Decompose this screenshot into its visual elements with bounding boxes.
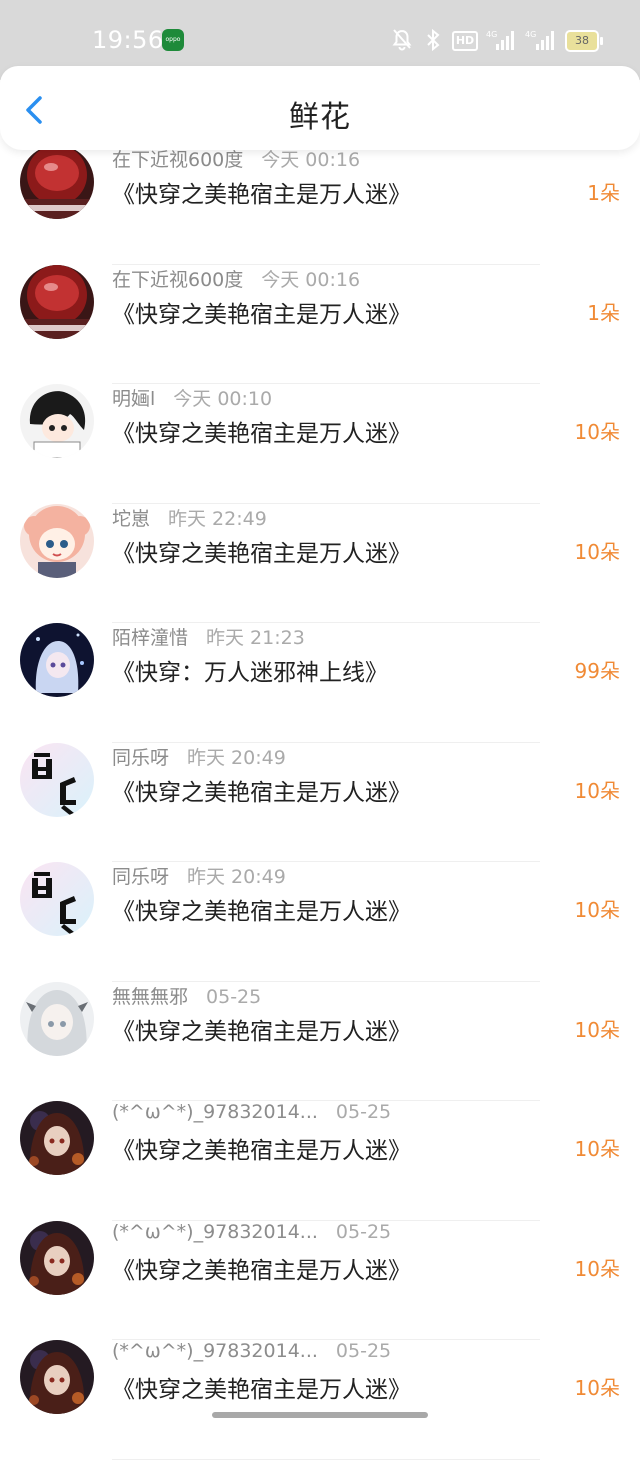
- svg-text:4G: 4G: [525, 30, 536, 39]
- book-title[interactable]: 《快穿之美艳宿主是万人迷》: [112, 295, 411, 329]
- timestamp: 05-25: [335, 1101, 392, 1123]
- username[interactable]: 坨崽: [112, 508, 150, 530]
- user-avatar[interactable]: [20, 503, 94, 578]
- book-title[interactable]: 《快穿之美艳宿主是万人迷》: [112, 534, 411, 568]
- row-meta: 在下近视600度 今天 00:16: [112, 265, 360, 292]
- book-title[interactable]: 《快穿之美艳宿主是万人迷》: [112, 1012, 411, 1046]
- row-meta: 無無無邪 05-25: [112, 982, 261, 1009]
- flower-row[interactable]: (*^ω^*)_97832014... 05-25 《快穿之美艳宿主是万人迷》 10朵: [0, 1220, 640, 1340]
- book-title[interactable]: 《快穿：万人迷邪神上线》: [112, 653, 388, 687]
- signal-4g-icon: 4G: [486, 30, 514, 50]
- flower-row[interactable]: 陌梓潼惜 昨天 21:23 《快穿：万人迷邪神上线》 99朵: [0, 623, 640, 743]
- divider: [112, 1458, 540, 1460]
- book-title[interactable]: 《快穿之美艳宿主是万人迷》: [112, 175, 411, 209]
- row-meta: 陌梓潼惜 昨天 21:23: [112, 623, 305, 650]
- username[interactable]: 無無無邪: [112, 986, 188, 1008]
- flower-count: 10朵: [574, 778, 620, 803]
- timestamp: 今天 00:16: [261, 268, 361, 291]
- flower-row[interactable]: (*^ω^*)_97832014... 05-25 《快穿之美艳宿主是万人迷》 10朵: [0, 1101, 640, 1221]
- row-meta: 同乐呀 昨天 20:49: [112, 862, 286, 889]
- user-avatar[interactable]: [20, 623, 94, 697]
- signal-4g-icon-2: 4G: [525, 30, 554, 50]
- flower-count: 1朵: [587, 181, 620, 205]
- book-title[interactable]: 《快穿之美艳宿主是万人迷》: [112, 414, 411, 448]
- flower-row[interactable]: (*^ω^*)_97832014... 05-25 《快穿之美艳宿主是万人迷》 10朵: [0, 1340, 640, 1460]
- username[interactable]: 同乐呀: [112, 866, 169, 888]
- row-meta: (*^ω^*)_97832014... 05-25: [112, 1221, 391, 1243]
- book-title[interactable]: 《快穿之美艳宿主是万人迷》: [112, 1370, 411, 1404]
- user-avatar[interactable]: [20, 145, 94, 219]
- user-avatar[interactable]: [20, 1340, 94, 1414]
- flower-count: 99朵: [574, 659, 620, 683]
- user-avatar[interactable]: [20, 264, 94, 339]
- timestamp: 昨天 21:23: [206, 627, 305, 649]
- row-meta: 坨崽 昨天 22:49: [112, 504, 267, 531]
- book-title[interactable]: 《快穿之美艳宿主是万人迷》: [112, 1251, 411, 1285]
- user-avatar[interactable]: [20, 1220, 94, 1295]
- book-title[interactable]: 《快穿之美艳宿主是万人迷》: [112, 773, 411, 807]
- row-meta: 同乐呀 昨天 20:49: [112, 743, 286, 770]
- flower-count: 10朵: [574, 420, 620, 444]
- oppo-app-icon: oppo: [162, 29, 184, 51]
- timestamp: 今天 00:16: [261, 149, 361, 171]
- user-avatar[interactable]: [20, 981, 94, 1056]
- timestamp: 昨天 20:49: [187, 866, 286, 888]
- username[interactable]: (*^ω^*)_97832014...: [112, 1101, 318, 1123]
- flower-count: 1朵: [587, 300, 620, 325]
- nav-bar: 鲜花: [0, 66, 640, 150]
- username[interactable]: 在下近视600度: [112, 149, 243, 171]
- username[interactable]: (*^ω^*)_97832014...: [112, 1221, 318, 1243]
- flower-count: 10朵: [574, 539, 620, 564]
- mute-bell-icon: [392, 29, 412, 51]
- timestamp: 昨天 22:49: [168, 507, 267, 530]
- timestamp: 05-25: [335, 1340, 392, 1362]
- user-avatar[interactable]: [20, 1101, 94, 1175]
- username[interactable]: 明婳l: [112, 388, 155, 410]
- flower-count: 10朵: [574, 1137, 620, 1161]
- bluetooth-icon: [427, 28, 440, 52]
- username[interactable]: 在下近视600度: [112, 269, 243, 291]
- user-avatar[interactable]: [20, 384, 94, 458]
- flower-count: 10朵: [574, 1017, 620, 1042]
- timestamp: 昨天 20:49: [187, 746, 286, 769]
- flower-row[interactable]: 在下近视600度 今天 00:16 《快穿之美艳宿主是万人迷》 1朵: [0, 264, 640, 384]
- flower-count: 10朵: [574, 1376, 620, 1400]
- flower-row[interactable]: 同乐呀 昨天 20:49 《快穿之美艳宿主是万人迷》 10朵: [0, 862, 640, 982]
- svg-text:4G: 4G: [486, 30, 497, 39]
- flower-row[interactable]: 同乐呀 昨天 20:49 《快穿之美艳宿主是万人迷》 10朵: [0, 742, 640, 862]
- book-title[interactable]: 《快穿之美艳宿主是万人迷》: [112, 1131, 411, 1165]
- flower-row[interactable]: 明婳l 今天 00:10 《快穿之美艳宿主是万人迷》 10朵: [0, 384, 640, 504]
- flower-row[interactable]: 在下近视600度 今天 00:16 《快穿之美艳宿主是万人迷》 1朵: [0, 145, 640, 265]
- hd-voice-icon: HD: [452, 31, 478, 51]
- flower-count: 10朵: [574, 898, 620, 922]
- username[interactable]: 同乐呀: [112, 747, 169, 769]
- battery-icon: 38: [565, 30, 603, 52]
- timestamp: 05-25: [206, 985, 262, 1008]
- book-title[interactable]: 《快穿之美艳宿主是万人迷》: [112, 892, 411, 926]
- username[interactable]: (*^ω^*)_97832014...: [112, 1340, 318, 1362]
- username[interactable]: 陌梓潼惜: [112, 627, 188, 649]
- page-title: 鲜花: [289, 100, 351, 135]
- flower-count: 10朵: [574, 1256, 620, 1281]
- row-meta: (*^ω^*)_97832014... 05-25: [112, 1101, 391, 1123]
- timestamp: 今天 00:10: [173, 388, 273, 410]
- user-avatar[interactable]: [20, 742, 94, 817]
- row-meta: 明婳l 今天 00:10: [112, 384, 272, 411]
- user-avatar[interactable]: [20, 862, 94, 936]
- row-meta: (*^ω^*)_97832014... 05-25: [112, 1340, 391, 1362]
- home-indicator[interactable]: [212, 1412, 428, 1418]
- timestamp: 05-25: [335, 1220, 392, 1243]
- status-time: 19:56: [92, 26, 164, 54]
- flower-row[interactable]: 無無無邪 05-25 《快穿之美艳宿主是万人迷》 10朵: [0, 981, 640, 1101]
- flower-row[interactable]: 坨崽 昨天 22:49 《快穿之美艳宿主是万人迷》 10朵: [0, 503, 640, 623]
